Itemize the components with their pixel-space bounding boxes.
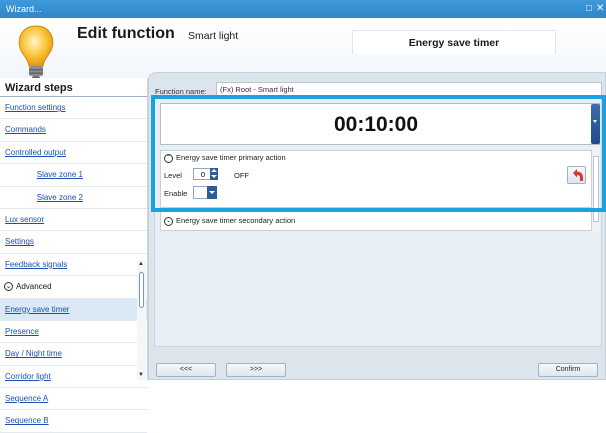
- window-title: Wizard...: [6, 4, 42, 14]
- chevron-down-icon: [593, 120, 597, 123]
- increment-icon[interactable]: [211, 169, 217, 172]
- chevron-down-icon: [209, 191, 215, 194]
- sidebar-item-sequence-a[interactable]: Sequence A: [0, 388, 147, 411]
- sidebar-item-slave-zone-1[interactable]: Slave zone 1: [0, 164, 147, 187]
- function-name-label: Function name:: [155, 87, 207, 96]
- sidebar-item-settings[interactable]: Settings: [0, 231, 147, 254]
- timer-display[interactable]: 00:10:00: [160, 103, 600, 145]
- chevron-down-icon: ⌄: [4, 282, 13, 292]
- scroll-down-icon[interactable]: ▼: [138, 372, 144, 378]
- enable-dropdown-button[interactable]: [207, 186, 217, 199]
- sidebar-item-energy-save-timer[interactable]: Energy save timer: [0, 298, 147, 321]
- confirm-button[interactable]: Confirm: [538, 363, 598, 377]
- advanced-label: Advanced: [16, 282, 52, 292]
- chevron-down-icon: ⌄: [164, 216, 173, 226]
- actions-scrollbar[interactable]: [592, 148, 600, 232]
- level-spin-buttons[interactable]: [210, 168, 218, 180]
- scrollbar-thumb[interactable]: [593, 156, 599, 222]
- close-icon[interactable]: ✕: [596, 3, 604, 14]
- sidebar-item-feedback-signals[interactable]: Feedback signals: [0, 254, 147, 277]
- primary-action-header[interactable]: ⌃ Energy save timer primary action: [164, 153, 286, 163]
- undo-button[interactable]: [567, 166, 586, 184]
- wizard-steps-title: Wizard steps: [5, 82, 73, 94]
- sidebar-item-corridor-light[interactable]: Corridor light: [0, 366, 147, 389]
- function-name-field[interactable]: (Fx) Root - Smart light: [216, 82, 602, 96]
- timer-dropdown-button[interactable]: [591, 104, 600, 144]
- sidebar-item-commands[interactable]: Commands: [0, 119, 147, 142]
- enable-label: Enable: [164, 189, 188, 198]
- light-bulb-icon: [18, 25, 54, 80]
- next-button[interactable]: >>>: [226, 363, 286, 377]
- wizard-steps-sidebar: Wizard steps Function settings Commands …: [0, 78, 148, 433]
- advanced-toggle[interactable]: ⌄ Advanced: [0, 276, 147, 299]
- timer-value: 00:10:00: [333, 113, 419, 136]
- page-title: Edit function: [77, 25, 175, 42]
- undo-icon: [573, 169, 583, 181]
- sidebar-item-slave-zone-2[interactable]: Slave zone 2: [0, 187, 147, 209]
- maximize-icon[interactable]: □: [586, 3, 592, 14]
- section-tab-title: Energy save timer: [352, 30, 556, 54]
- sidebar-item-function-settings[interactable]: Function settings: [0, 97, 147, 120]
- sidebar-item-controlled-output[interactable]: Controlled output: [0, 142, 147, 165]
- sidebar-item-day-night-time[interactable]: Day / Night time: [0, 343, 147, 366]
- secondary-action-header[interactable]: ⌄ Energy save timer secondary action: [164, 216, 295, 226]
- sidebar-item-sequence-b[interactable]: Sequence B: [0, 410, 147, 433]
- sidebar-scrollbar[interactable]: ▲ ▼: [137, 260, 146, 380]
- sidebar-item-presence[interactable]: Presence: [0, 321, 147, 344]
- chevron-up-icon: ⌃: [164, 153, 173, 163]
- window-titlebar: Wizard... □ ✕: [0, 0, 606, 18]
- scroll-up-icon[interactable]: ▲: [138, 261, 144, 267]
- decrement-icon[interactable]: [211, 175, 217, 178]
- wizard-steps-list: Function settings Commands Controlled ou…: [0, 97, 147, 433]
- primary-action-title: Energy save timer primary action: [176, 153, 286, 162]
- secondary-action-title: Energy save timer secondary action: [176, 216, 296, 225]
- sidebar-item-lux-sensor[interactable]: Lux sensor: [0, 209, 147, 232]
- level-label: Level: [164, 171, 182, 180]
- previous-button[interactable]: <<<: [156, 363, 216, 377]
- page-subtitle: Smart light: [188, 30, 239, 42]
- scrollbar-thumb[interactable]: [139, 272, 144, 308]
- level-state-text: OFF: [234, 171, 249, 180]
